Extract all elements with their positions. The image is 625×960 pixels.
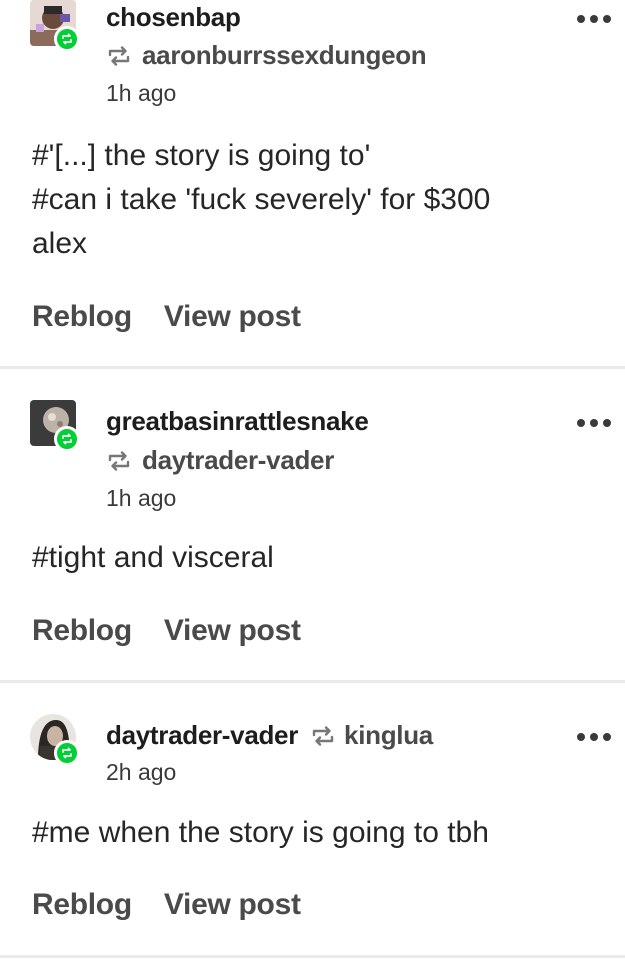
reblog-badge-icon [54, 426, 80, 452]
reblog-icon [108, 45, 130, 66]
reblogged-from[interactable]: kinglua [310, 720, 433, 751]
post-header: daytrader-vader kinglua [106, 720, 433, 751]
tag-line[interactable]: #me when the story is going to tbh [32, 811, 605, 855]
post-timestamp: 2h ago [106, 759, 177, 785]
tag-line[interactable]: #'[...] the story is going to' [32, 134, 605, 178]
reblog-icon [108, 450, 130, 471]
view-post-button[interactable]: View post [164, 614, 301, 648]
reblog-badge-icon [54, 740, 80, 766]
tag-line[interactable]: alex [32, 222, 605, 266]
more-options-icon[interactable] [577, 733, 611, 741]
reblogged-from-label: daytrader-vader [142, 445, 335, 475]
post-tags: #me when the story is going to tbh [32, 811, 605, 855]
avatar-greatbasinrattlesnake[interactable] [30, 400, 80, 452]
reblog-button[interactable]: Reblog [32, 300, 132, 334]
reblogged-from-label: aaronburrssexdungeon [142, 40, 427, 70]
more-options-icon[interactable] [577, 15, 611, 23]
post-actions: Reblog View post [32, 888, 333, 922]
post-actions: Reblog View post [32, 300, 333, 334]
post-actions: Reblog View post [32, 614, 333, 648]
post-2: greatbasinrattlesnake daytrader-vader 1h… [0, 369, 625, 680]
post-tags: #'[...] the story is going to' #can i ta… [32, 134, 605, 266]
divider [0, 955, 625, 958]
post-username[interactable]: chosenbap [106, 2, 241, 33]
reblogged-from-label: kinglua [344, 720, 433, 750]
reblogged-from[interactable]: daytrader-vader [106, 445, 334, 476]
reblog-icon [312, 725, 334, 746]
post-3: daytrader-vader kinglua 2h ago #me when … [0, 683, 625, 960]
post-tags: #tight and visceral [32, 536, 605, 580]
avatar-daytrader-vader[interactable] [30, 714, 80, 766]
post-timestamp: 1h ago [106, 80, 177, 106]
more-options-icon[interactable] [577, 419, 611, 427]
post-1: chosenbap aaronburrssexdungeon 1h ago #'… [0, 0, 625, 366]
reblog-button[interactable]: Reblog [32, 614, 132, 648]
tag-line[interactable]: #tight and visceral [32, 536, 605, 580]
reblog-badge-icon [54, 26, 80, 52]
view-post-button[interactable]: View post [164, 888, 301, 922]
reblog-button[interactable]: Reblog [32, 888, 132, 922]
post-username[interactable]: greatbasinrattlesnake [106, 406, 369, 437]
post-username[interactable]: daytrader-vader [106, 720, 298, 751]
tag-line[interactable]: #can i take 'fuck severely' for $300 [32, 178, 605, 222]
view-post-button[interactable]: View post [164, 300, 301, 334]
post-timestamp: 1h ago [106, 485, 177, 511]
reblogged-from[interactable]: aaronburrssexdungeon [106, 40, 427, 71]
avatar-chosenbap[interactable] [30, 0, 80, 52]
